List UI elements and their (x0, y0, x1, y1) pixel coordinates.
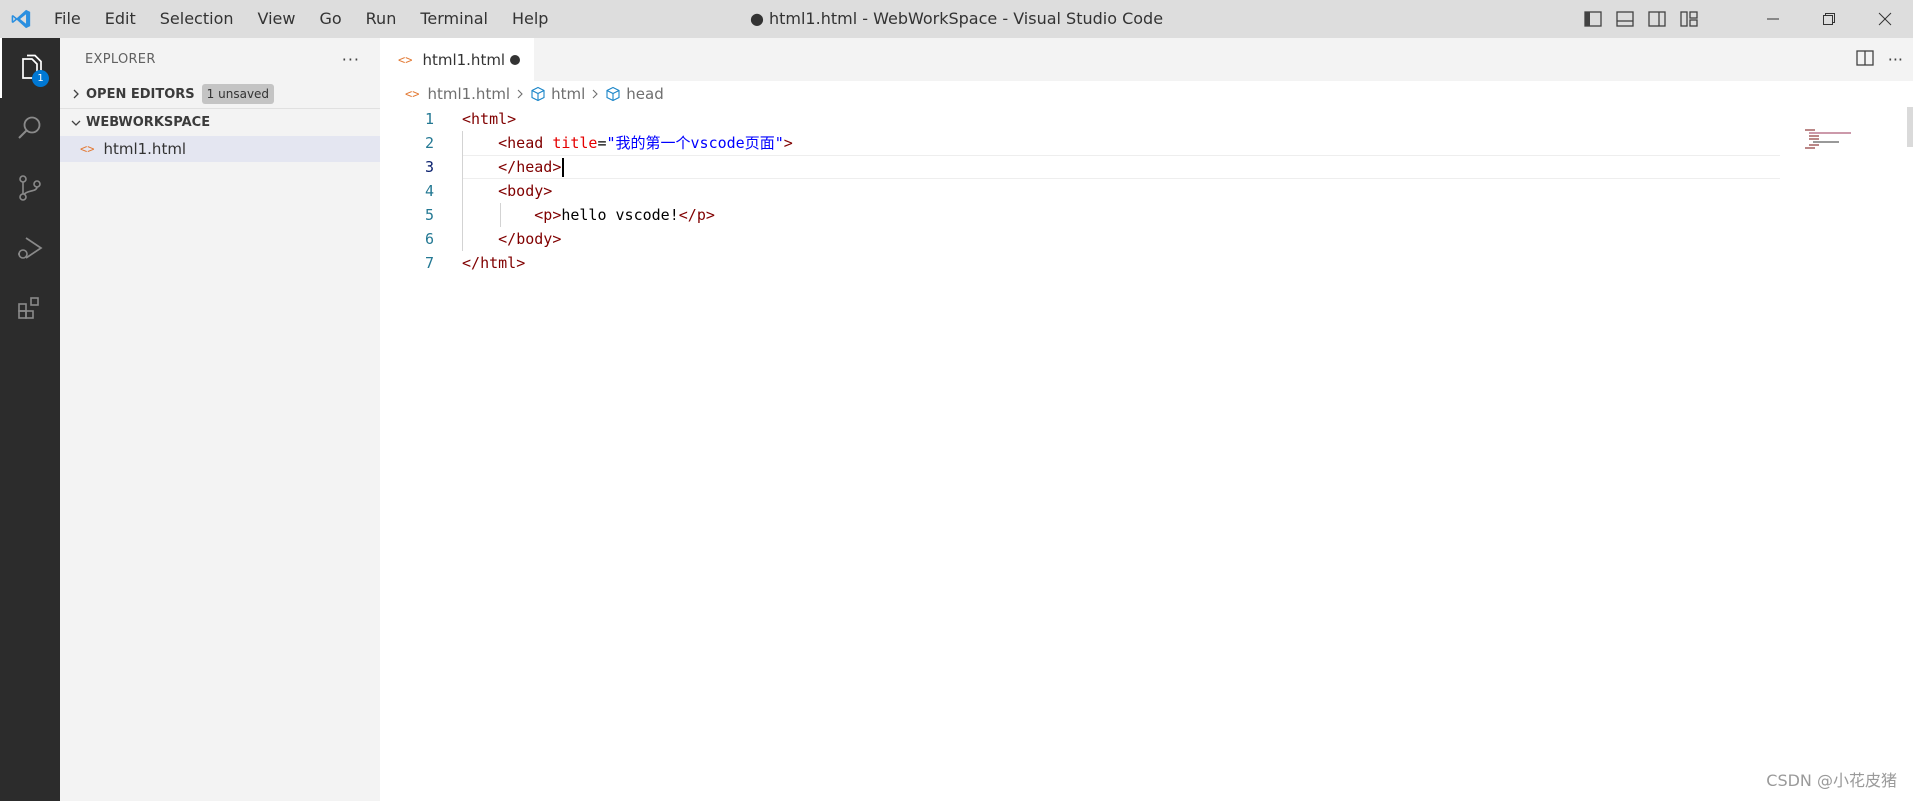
breadcrumb-file[interactable]: <> html1.html (405, 85, 510, 103)
code-line-current: 3 </head> (380, 155, 1780, 179)
more-actions-icon[interactable]: ··· (1888, 50, 1903, 69)
tab-bar: <> html1.html ··· (380, 38, 1913, 81)
split-editor-icon[interactable] (1856, 49, 1874, 70)
paragraph-text: hello vscode! (561, 206, 679, 224)
run-debug-icon[interactable] (0, 218, 60, 278)
activity-bar: 1 (0, 38, 60, 801)
line-number: 6 (424, 230, 434, 248)
file-name: html1.html (103, 140, 187, 158)
html-file-icon: <> (80, 142, 95, 156)
sidebar-header: EXPLORER ··· (60, 38, 380, 80)
title-bar: File Edit Selection View Go Run Terminal… (0, 0, 1913, 38)
code-text: </head> (462, 155, 565, 179)
menu-selection[interactable]: Selection (148, 0, 246, 38)
menu-view[interactable]: View (246, 0, 308, 38)
explorer-icon[interactable]: 1 (0, 38, 60, 98)
layout-controls (1579, 0, 1703, 38)
menu-help[interactable]: Help (500, 0, 560, 38)
breadcrumb-html[interactable]: html (530, 85, 585, 103)
chevron-right-icon (591, 89, 599, 99)
explorer-sidebar: EXPLORER ··· OPEN EDITORS 1 unsaved WEBW… (60, 38, 380, 801)
code-text: <p>hello vscode!</p> (462, 203, 715, 227)
window-controls (1745, 0, 1913, 38)
breadcrumb-file-label: html1.html (427, 85, 511, 103)
workspace-label: WEBWORKSPACE (86, 115, 211, 130)
title-attribute-value: "我的第一个vscode页面" (606, 134, 784, 152)
line-number: 1 (424, 110, 434, 128)
chevron-right-icon (66, 89, 86, 99)
open-editors-section[interactable]: OPEN EDITORS 1 unsaved (60, 80, 380, 108)
code-line: 4 <body> (380, 179, 1780, 203)
toggle-panel-icon[interactable] (1611, 5, 1639, 33)
line-number: 2 (424, 134, 434, 152)
editor-actions: ··· (1856, 38, 1903, 81)
vscode-logo-icon[interactable] (0, 0, 42, 38)
minimap[interactable] (1793, 107, 1903, 167)
restore-icon[interactable] (1801, 0, 1857, 38)
breadcrumb-head[interactable]: head (605, 85, 664, 103)
line-number: 7 (424, 254, 434, 272)
html-file-icon: <> (398, 52, 413, 67)
menu-run[interactable]: Run (354, 0, 409, 38)
toggle-secondary-sidebar-icon[interactable] (1643, 5, 1671, 33)
more-actions-icon[interactable]: ··· (342, 50, 360, 69)
breadcrumb-head-label: head (626, 85, 664, 103)
breadcrumb-html-label: html (551, 85, 586, 103)
minimize-icon[interactable] (1745, 0, 1801, 38)
html-file-icon: <> (405, 87, 420, 101)
watermark: CSDN @小花皮猪 (1766, 771, 1897, 790)
workspace-section[interactable]: WEBWORKSPACE (60, 108, 380, 136)
chevron-down-icon (66, 118, 86, 128)
menu-go[interactable]: Go (307, 0, 353, 38)
code-text: </html> (462, 254, 526, 272)
file-tree-item-html1[interactable]: <> html1.html (60, 136, 380, 162)
code-text: </body> (462, 227, 561, 251)
code-text: <head title="我的第一个vscode页面"> (462, 131, 793, 155)
open-editors-label: OPEN EDITORS (86, 86, 195, 102)
vertical-scrollbar[interactable] (1907, 107, 1913, 147)
code-editor[interactable]: 1 <html> 2 <head title="我的第一个vscode页面"> … (380, 107, 1780, 275)
line-number: 5 (424, 206, 434, 224)
code-line: 7 </html> (380, 251, 1780, 275)
menu-bar: File Edit Selection View Go Run Terminal… (42, 0, 560, 38)
close-icon[interactable] (1857, 0, 1913, 38)
code-text: <body> (462, 179, 552, 203)
code-text: <html> (462, 110, 517, 128)
breadcrumb: <> html1.html html head (380, 81, 1913, 107)
sidebar-title: EXPLORER (85, 51, 156, 67)
line-number: 3 (424, 158, 434, 176)
unsaved-badge: 1 unsaved (201, 84, 275, 104)
code-line: 1 <html> (380, 107, 1780, 131)
tab-label: html1.html (422, 50, 506, 69)
code-line: 5 <p>hello vscode!</p> (380, 203, 1780, 227)
code-line: 6 </body> (380, 227, 1780, 251)
menu-file[interactable]: File (42, 0, 93, 38)
unsaved-dot-icon[interactable] (510, 55, 520, 65)
menu-terminal[interactable]: Terminal (408, 0, 500, 38)
extensions-icon[interactable] (0, 278, 60, 338)
explorer-badge: 1 (32, 70, 49, 87)
tab-html1[interactable]: <> html1.html (380, 38, 534, 81)
customize-layout-icon[interactable] (1675, 5, 1703, 33)
code-line: 2 <head title="我的第一个vscode页面"> (380, 131, 1780, 155)
toggle-primary-sidebar-icon[interactable] (1579, 5, 1607, 33)
search-icon[interactable] (0, 98, 60, 158)
symbol-element-icon (605, 86, 621, 102)
line-number: 4 (424, 182, 434, 200)
editor-area: <> html1.html ··· <> html1.html html hea… (380, 38, 1913, 801)
chevron-right-icon (516, 89, 524, 99)
symbol-element-icon (530, 86, 546, 102)
source-control-icon[interactable] (0, 158, 60, 218)
text-cursor (562, 158, 565, 177)
menu-edit[interactable]: Edit (93, 0, 148, 38)
